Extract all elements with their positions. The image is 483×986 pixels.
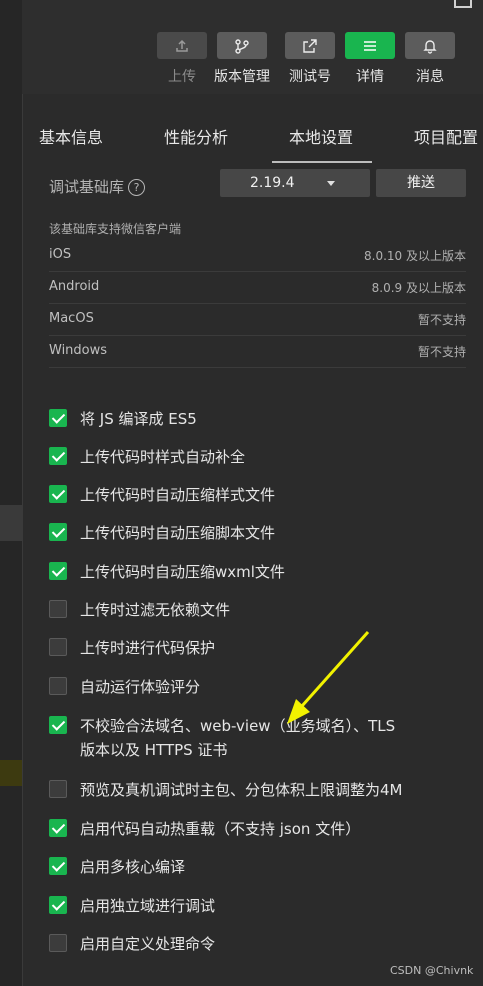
checkbox[interactable] (49, 409, 67, 427)
background-window-strip (0, 0, 22, 986)
details-button[interactable]: 详情 (341, 32, 399, 92)
platform-version: 暂不支持 (417, 345, 466, 359)
option-label: 上传时过滤无依赖文件 (80, 601, 231, 619)
debug-lib-label: 调试基础库 (49, 178, 125, 196)
option-label: 启用自定义处理命令 (80, 935, 216, 953)
watermark: CSDN @Chivnk (390, 964, 474, 977)
checkbox[interactable] (49, 485, 67, 503)
checkbox[interactable] (49, 447, 67, 465)
top-toolbar: 上传 版本管理 测试号 详情 消息 (22, 0, 483, 94)
checkbox[interactable] (49, 896, 67, 914)
option-label: 启用多核心编译 (80, 858, 186, 876)
platform-name: Windows (49, 343, 108, 358)
branch-icon (235, 38, 249, 54)
support-heading: 该基础库支持微信客户端 (49, 222, 182, 236)
checkbox[interactable] (49, 523, 67, 541)
messages-button[interactable]: 消息 (401, 32, 459, 92)
debug-lib-row: 调试基础库? (49, 176, 146, 197)
active-tab-indicator (272, 161, 372, 163)
upload-icon (176, 39, 188, 52)
tab-basic-info[interactable]: 基本信息 (39, 124, 103, 148)
strip-band (0, 505, 22, 541)
tab-performance[interactable]: 性能分析 (164, 124, 228, 148)
platform-version: 暂不支持 (417, 313, 466, 327)
chevron-down-icon (327, 181, 335, 186)
checkbox[interactable] (49, 677, 67, 695)
option-label: 上传代码时自动压缩样式文件 (80, 486, 276, 504)
platform-row: Windows 暂不支持 (49, 336, 466, 368)
help-icon[interactable]: ? (128, 179, 146, 196)
platform-row: Android 8.0.9 及以上版本 (49, 272, 466, 304)
checkbox[interactable] (49, 857, 67, 875)
platform-row: iOS 8.0.10 及以上版本 (49, 240, 466, 272)
option-label-line2: 版本以及 HTTPS 证书 (80, 741, 228, 759)
platform-name: MacOS (49, 311, 94, 326)
tab-project-config[interactable]: 项目配置 (414, 124, 478, 148)
checkbox[interactable] (49, 716, 67, 734)
platform-version: 8.0.10 及以上版本 (364, 249, 466, 263)
checkbox[interactable] (49, 819, 67, 837)
option-label: 自动运行体验评分 (80, 678, 201, 696)
tab-bar: 基本信息 性能分析 本地设置 项目配置 (23, 94, 483, 164)
tab-local-settings[interactable]: 本地设置 (289, 124, 353, 148)
checkbox[interactable] (49, 780, 67, 798)
platform-version: 8.0.9 及以上版本 (371, 281, 466, 295)
upload-button[interactable]: 上传 (153, 32, 211, 92)
checkbox[interactable] (49, 638, 67, 656)
version-management-label: 版本管理 (214, 69, 270, 85)
checkbox[interactable] (49, 934, 67, 952)
option-label: 启用代码自动热重载（不支持 json 文件） (80, 820, 361, 838)
option-label: 预览及真机调试时主包、分包体积上限调整为4M (80, 781, 403, 799)
external-link-icon (303, 38, 317, 53)
option-label: 上传代码时样式自动补全 (80, 448, 246, 466)
details-panel: 基本信息 性能分析 本地设置 项目配置 调试基础库? 2.19.4 推送 该基础… (22, 94, 483, 986)
checkbox[interactable] (49, 562, 67, 580)
platform-row: MacOS 暂不支持 (49, 304, 466, 336)
option-label: 上传代码时自动压缩脚本文件 (80, 524, 276, 542)
strip-band (0, 760, 22, 786)
option-label: 启用独立域进行调试 (80, 897, 216, 915)
bell-icon (423, 39, 437, 54)
menu-icon (364, 40, 376, 51)
option-label: 将 JS 编译成 ES5 (80, 410, 197, 428)
option-label: 不校验合法域名、web-view（业务域名）、TLS (80, 717, 396, 735)
debug-lib-value: 2.19.4 (250, 175, 295, 191)
checkbox[interactable] (49, 600, 67, 618)
option-label: 上传时进行代码保护 (80, 639, 216, 657)
platform-name: Android (49, 279, 100, 294)
version-management-button[interactable]: 版本管理 (213, 32, 271, 92)
option-label: 上传代码时自动压缩wxml文件 (80, 563, 285, 581)
debug-lib-select[interactable]: 2.19.4 (220, 169, 370, 197)
window-restore-icon[interactable] (454, 0, 472, 8)
push-button[interactable]: 推送 (376, 169, 466, 197)
test-account-button[interactable]: 测试号 (281, 32, 339, 92)
platform-name: iOS (49, 247, 72, 262)
messages-label: 消息 (416, 69, 444, 85)
